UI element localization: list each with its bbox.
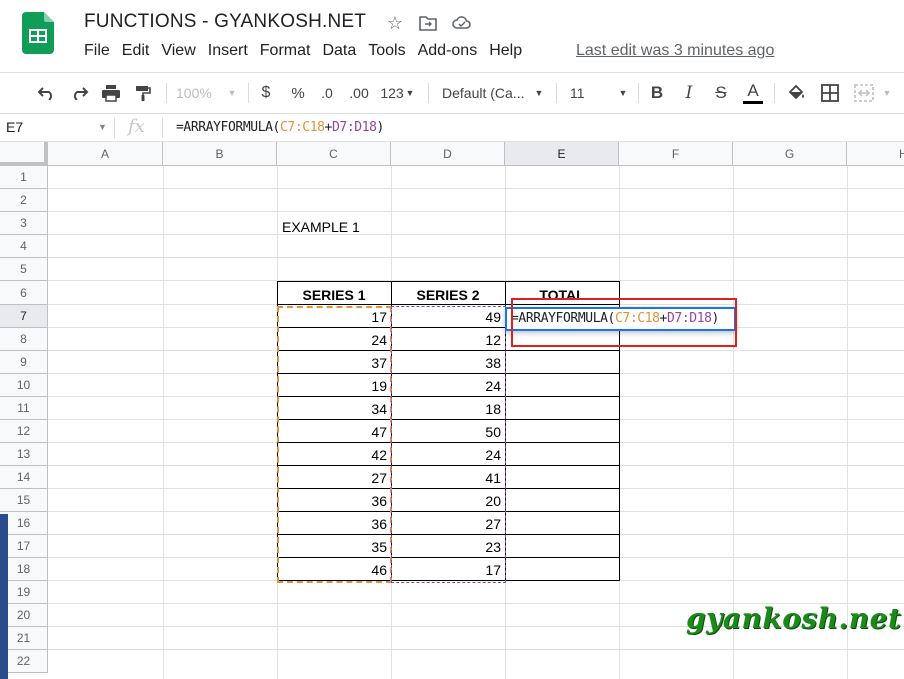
row-header-12[interactable]: 12 xyxy=(0,420,48,443)
font-size-chevron-down-icon[interactable]: ▼ xyxy=(616,73,630,113)
menu-insert[interactable]: Insert xyxy=(202,42,254,62)
font-size-select[interactable]: 11 xyxy=(570,73,610,113)
formula-range1: C7:C18 xyxy=(279,120,325,135)
name-box-chevron-down-icon[interactable]: ▼ xyxy=(98,122,107,132)
header-series-2: SERIES 2 xyxy=(416,287,480,303)
column-header-g[interactable]: G xyxy=(733,142,847,166)
italic-button[interactable]: I xyxy=(678,73,700,113)
column-header-e[interactable]: E xyxy=(505,142,619,166)
move-folder-icon[interactable] xyxy=(417,12,439,34)
menu-addons[interactable]: Add-ons xyxy=(412,42,484,62)
menu-edit[interactable]: Edit xyxy=(116,42,156,62)
star-icon[interactable]: ☆ xyxy=(384,12,406,34)
row-header-3[interactable]: 3 xyxy=(0,212,48,235)
redo-icon[interactable] xyxy=(66,73,92,113)
menu-format[interactable]: Format xyxy=(254,42,317,62)
annotation-highlight-box xyxy=(511,298,737,347)
select-all-corner[interactable] xyxy=(0,142,48,166)
range-c7-c18-highlight xyxy=(277,306,392,583)
column-header-b[interactable]: B xyxy=(163,142,277,166)
row-header-15[interactable]: 15 xyxy=(0,489,48,512)
example-label: EXAMPLE 1 xyxy=(282,219,360,235)
font-chevron-down-icon[interactable]: ▼ xyxy=(532,73,546,113)
text-color-button[interactable]: A xyxy=(740,73,766,113)
header-series-1: SERIES 1 xyxy=(302,287,366,303)
borders-icon[interactable] xyxy=(818,73,842,113)
increase-decimal-button[interactable]: .00 xyxy=(346,73,372,113)
formula-input[interactable]: =ARRAYFORMULA(C7:C18+D7:D18) xyxy=(176,120,384,135)
row-header-6[interactable]: 6 xyxy=(0,281,48,305)
paint-format-icon[interactable] xyxy=(130,73,156,113)
formula-bar: E7 ▼ fx =ARRAYFORMULA(C7:C18+D7:D18) xyxy=(0,114,904,142)
row-header-13[interactable]: 13 xyxy=(0,443,48,466)
percent-format-button[interactable]: % xyxy=(288,73,308,113)
watermark: gyankosh.net xyxy=(686,602,902,635)
more-formats-button[interactable]: 123 xyxy=(380,73,404,113)
formula-range2: D7:D18 xyxy=(331,120,377,135)
column-header-d[interactable]: D xyxy=(391,142,505,166)
formula-plus: + xyxy=(324,120,333,135)
name-box[interactable]: E7 xyxy=(6,119,23,135)
zoom-select[interactable]: 100% xyxy=(176,73,220,113)
menu-data[interactable]: Data xyxy=(316,42,362,62)
more-formats-chevron-down-icon[interactable]: ▼ xyxy=(404,73,416,113)
menu-help[interactable]: Help xyxy=(483,42,528,62)
range-d7-d18-highlight xyxy=(391,306,506,583)
merge-chevron-down-icon[interactable]: ▼ xyxy=(880,73,894,113)
row-header-4[interactable]: 4 xyxy=(0,235,48,258)
strikethrough-button[interactable]: S xyxy=(710,73,732,113)
row-header-14[interactable]: 14 xyxy=(0,466,48,489)
column-header-a[interactable]: A xyxy=(48,142,163,166)
row-header-8[interactable]: 8 xyxy=(0,328,48,351)
spreadsheet-grid[interactable]: A B C D E F G H 1 2 3 4 5 6 7 8 9 10 11 … xyxy=(0,142,904,679)
column-header-h[interactable]: H xyxy=(847,142,904,166)
menu-bar: File Edit View Insert Format Data Tools … xyxy=(78,42,528,62)
undo-icon[interactable] xyxy=(34,73,60,113)
decrease-decimal-button[interactable]: .0 xyxy=(316,73,338,113)
title-bar: FUNCTIONS - GYANKOSH.NET ☆ File Edit Vie… xyxy=(0,0,904,72)
menu-file[interactable]: File xyxy=(78,42,116,62)
print-icon[interactable] xyxy=(98,73,124,113)
zoom-chevron-down-icon[interactable]: ▼ xyxy=(224,73,240,113)
google-sheets-logo-icon[interactable] xyxy=(22,12,54,54)
document-title[interactable]: FUNCTIONS - GYANKOSH.NET xyxy=(84,11,366,33)
row-header-10[interactable]: 10 xyxy=(0,374,48,397)
merge-cells-icon[interactable] xyxy=(852,73,876,113)
last-edit-link[interactable]: Last edit was 3 minutes ago xyxy=(576,42,774,60)
row-header-11[interactable]: 11 xyxy=(0,397,48,420)
formula-suffix: ) xyxy=(376,120,385,135)
bold-button[interactable]: B xyxy=(646,73,668,113)
toolbar: 100% ▼ $ % .0 .00 123 ▼ Default (Ca... ▼… xyxy=(0,72,904,114)
menu-view[interactable]: View xyxy=(155,42,201,62)
column-header-f[interactable]: F xyxy=(619,142,733,166)
row-header-5[interactable]: 5 xyxy=(0,258,48,281)
row-header-2[interactable]: 2 xyxy=(0,189,48,212)
row-header-7[interactable]: 7 xyxy=(0,305,48,328)
formula-prefix: =ARRAYFORMULA( xyxy=(176,120,280,135)
menu-tools[interactable]: Tools xyxy=(362,42,411,62)
cloud-status-icon[interactable] xyxy=(451,12,473,34)
left-edge-strip xyxy=(0,514,8,679)
row-header-1[interactable]: 1 xyxy=(0,166,48,189)
text-color-icon: A xyxy=(747,80,759,100)
font-family-select[interactable]: Default (Ca... xyxy=(442,73,528,113)
currency-format-button[interactable]: $ xyxy=(256,73,276,113)
row-header-9[interactable]: 9 xyxy=(0,351,48,374)
fill-color-icon[interactable] xyxy=(784,73,808,113)
column-header-c[interactable]: C xyxy=(277,142,391,166)
fx-icon: fx xyxy=(128,116,145,137)
